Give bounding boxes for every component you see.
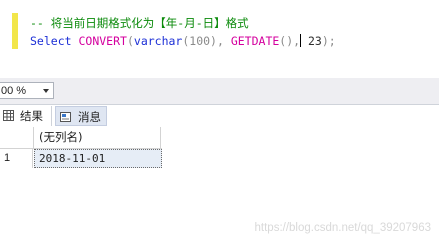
results-tabs: 结果 消息 (0, 105, 439, 127)
function-convert: CONVERT (78, 34, 127, 48)
editor-status-bar: 00 % (0, 78, 439, 105)
style-arg: 23 (301, 34, 322, 48)
open-paren: ( (126, 34, 134, 48)
query-editor[interactable]: -- 将当前日期格式化为【年-月-日】格式 Select CONVERT(var… (0, 0, 439, 78)
function-getdate: GETDATE (230, 34, 280, 48)
getdate-parens: (), (279, 34, 301, 48)
changed-lines-marker (12, 13, 18, 49)
tab-results-label: 结果 (20, 109, 43, 123)
zoom-dropdown[interactable]: 00 % (0, 82, 54, 99)
zoom-value: 00 % (1, 85, 27, 97)
row-number[interactable]: 1 (0, 149, 33, 168)
code-statement-line: Select CONVERT(varchar(100), GETDATE(), … (30, 33, 336, 49)
column-header[interactable]: (无列名) (34, 127, 161, 148)
grid-icon (3, 110, 14, 121)
message-icon (60, 112, 71, 122)
keyword-select: Select (30, 34, 72, 48)
close-paren: ); (321, 34, 336, 48)
keyword-varchar: varchar (133, 34, 183, 48)
grid-header-row: (无列名) (0, 127, 162, 149)
watermark-text: https://blog.csdn.net/qq_39207963 (254, 222, 431, 234)
tab-results[interactable]: 结果 (0, 106, 52, 126)
code-comment-line: -- 将当前日期格式化为【年-月-日】格式 (30, 16, 249, 30)
chevron-down-icon (43, 89, 49, 93)
tab-messages-label: 消息 (78, 110, 101, 124)
table-cell[interactable]: 2018-11-01 (34, 149, 162, 168)
length-args: (100), (182, 34, 231, 48)
grid-corner-cell[interactable] (0, 127, 34, 148)
tab-messages[interactable]: 消息 (55, 106, 107, 126)
